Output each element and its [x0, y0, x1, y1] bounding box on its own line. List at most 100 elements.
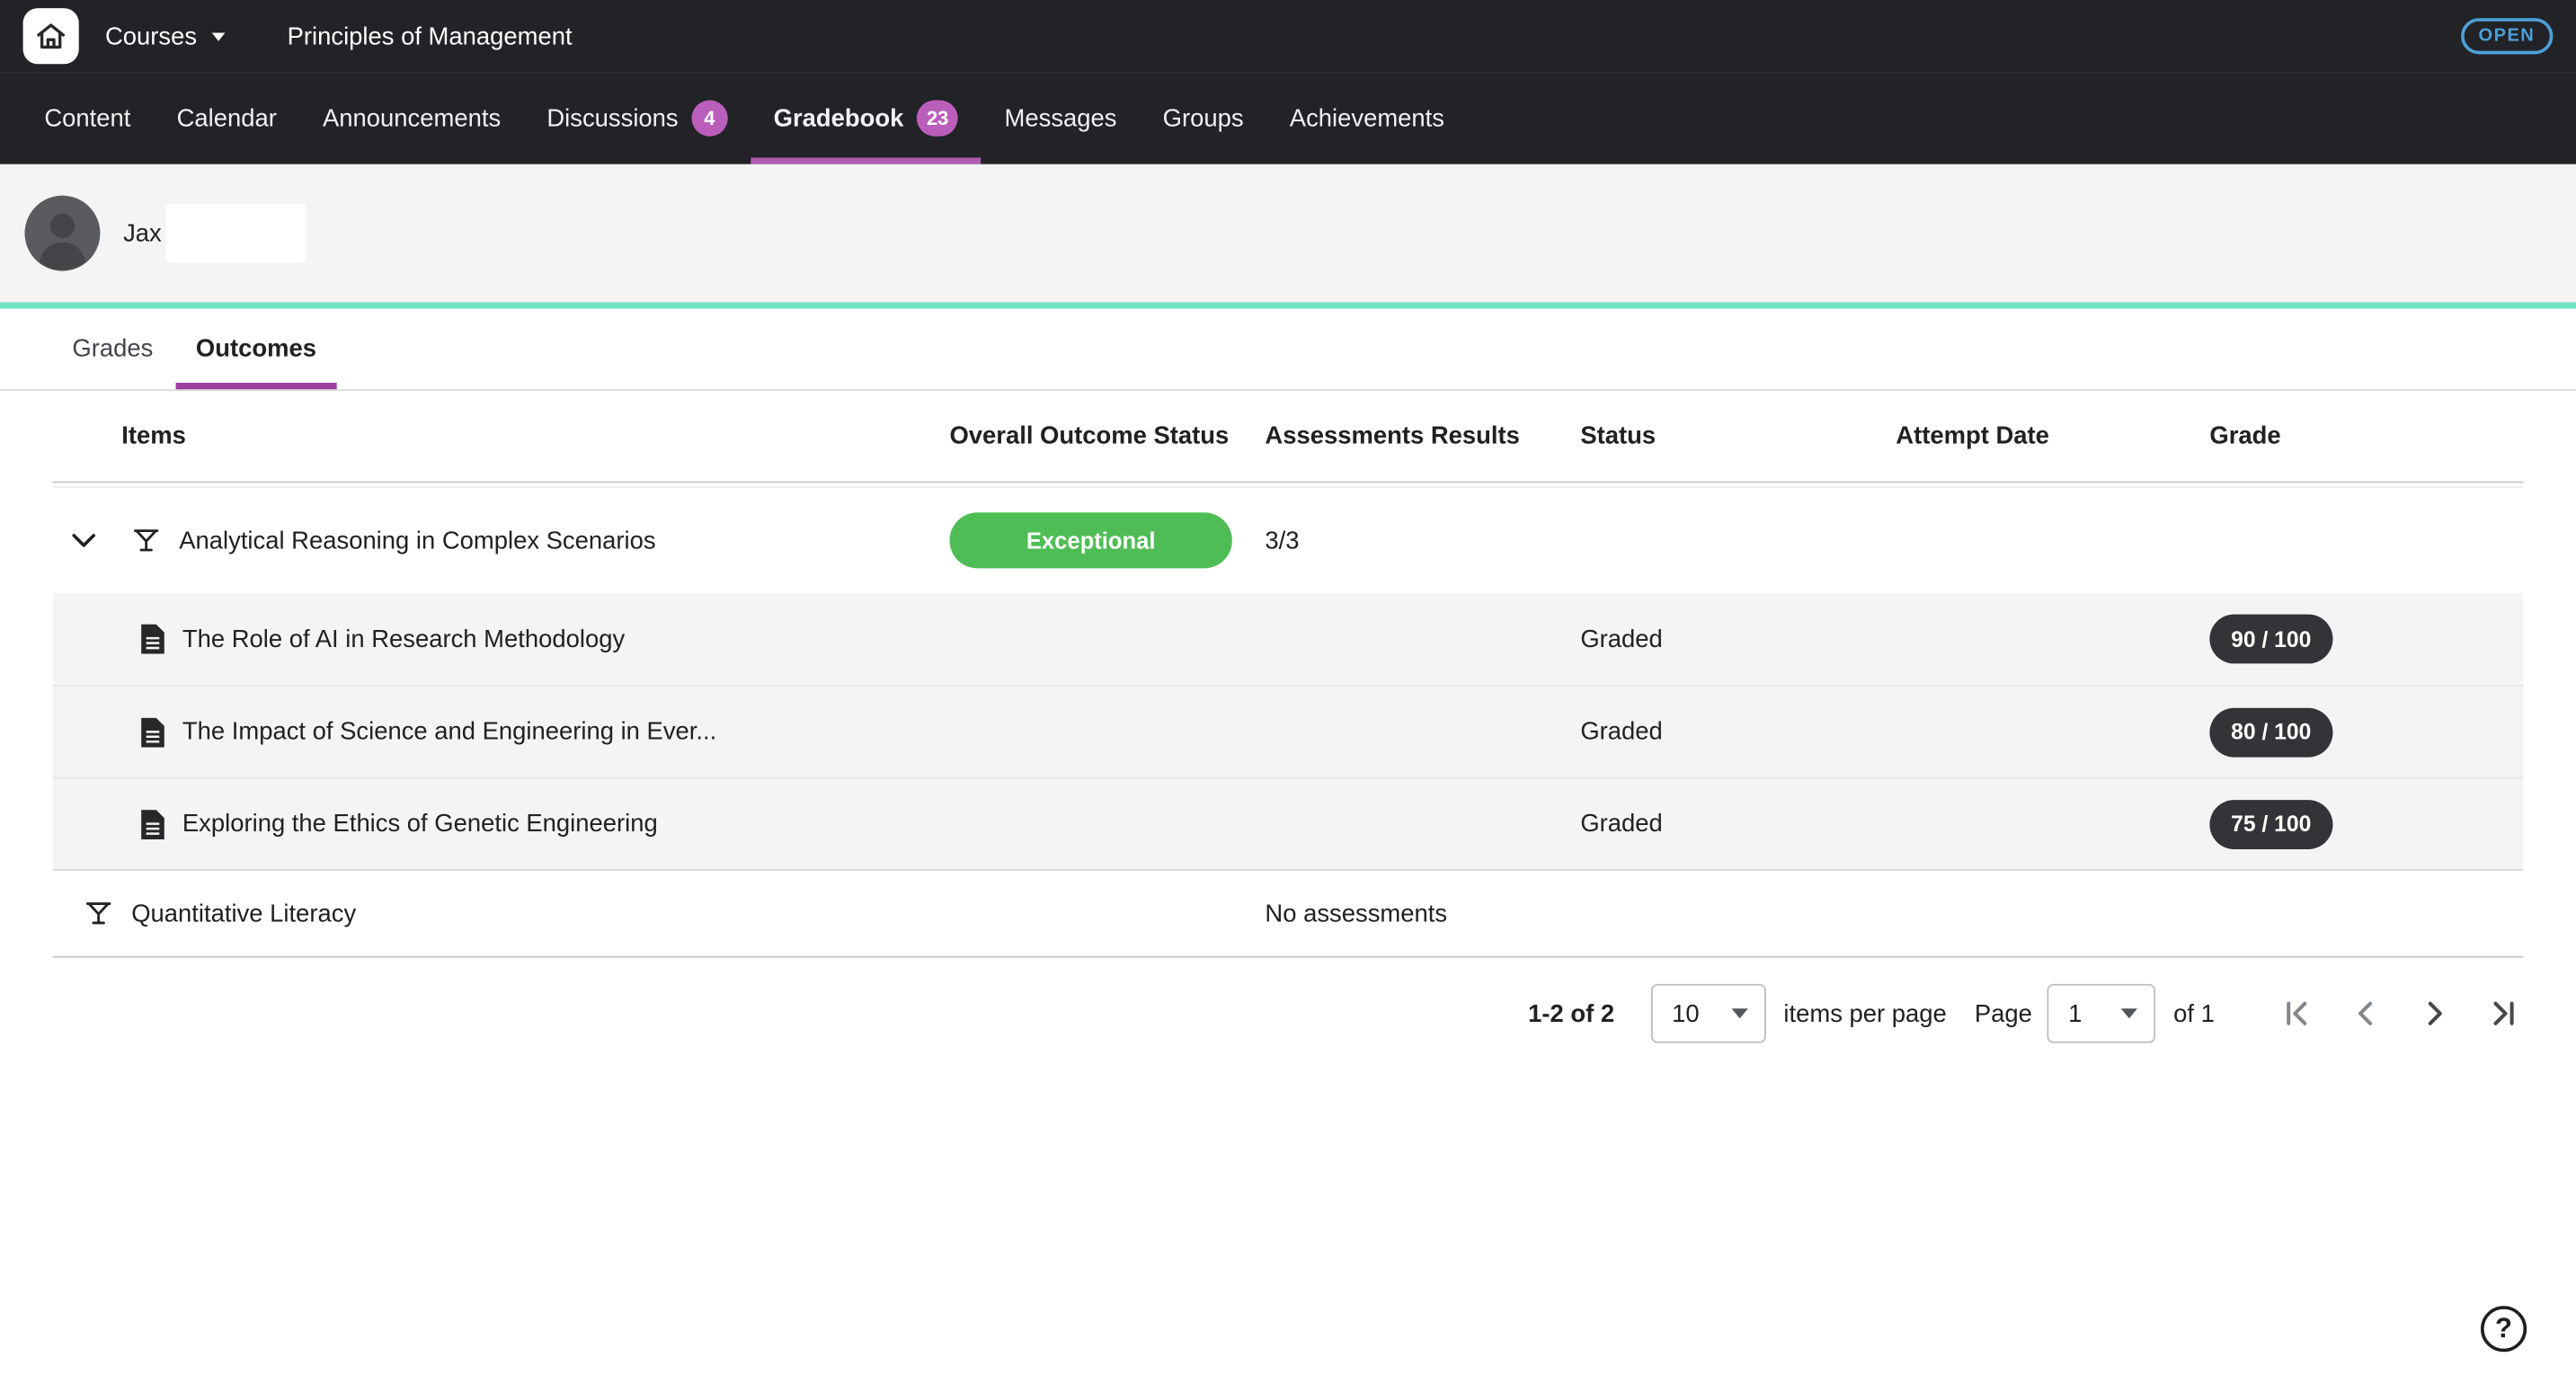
nav-item-label: Groups — [1163, 104, 1244, 132]
page-select[interactable]: 1 — [2047, 984, 2155, 1043]
course-title: Principles of Management — [288, 22, 573, 50]
chevron-right-icon — [2417, 996, 2453, 1032]
user-first-name: Jax — [123, 219, 162, 247]
chevron-down-icon — [212, 32, 226, 40]
assessment-row: Exploring the Ethics of Genetic Engineer… — [52, 777, 2523, 869]
page-of-label: of 1 — [2173, 999, 2215, 1027]
per-page-label: items per page — [1783, 999, 1946, 1027]
grade-cell: 90 / 100 — [2209, 615, 2523, 664]
nav-item-label: Calendar — [177, 104, 277, 132]
pagination-bar: 1-2 of 2 10 items per page Page 1 of 1 — [52, 976, 2523, 1051]
person-icon — [24, 196, 100, 271]
assessment-items-cell: Exploring the Ethics of Genetic Engineer… — [52, 809, 949, 838]
top-bar: Courses Principles of Management OPEN — [0, 0, 2576, 72]
skip-last-icon — [2485, 996, 2521, 1032]
nav-item-label: Discussions — [546, 104, 678, 132]
nav-item-gradebook[interactable]: Gradebook 23 — [751, 72, 982, 164]
previous-page-button[interactable] — [2346, 994, 2385, 1033]
home-icon — [34, 20, 67, 53]
chevron-left-icon — [2348, 996, 2384, 1032]
assessment-title: Exploring the Ethics of Genetic Engineer… — [182, 810, 658, 838]
nav-item-label: Gradebook — [774, 104, 904, 132]
redacted-name-box — [166, 204, 306, 263]
overall-status-cell: Exceptional — [949, 512, 1265, 568]
grade-cell: 75 / 100 — [2209, 799, 2523, 848]
nav-item-announcements[interactable]: Announcements — [299, 72, 523, 164]
last-page-button[interactable] — [2484, 994, 2524, 1033]
nav-item-label: Announcements — [323, 104, 501, 132]
avatar — [24, 196, 100, 271]
skip-first-icon — [2278, 996, 2314, 1032]
nav-item-label: Content — [44, 104, 130, 132]
assessment-title: The Role of AI in Research Methodology — [182, 625, 625, 652]
discussions-count-badge: 4 — [691, 100, 727, 136]
outcomes-table: Items Overall Outcome Status Assessments… — [52, 391, 2523, 958]
nav-item-discussions[interactable]: Discussions 4 — [524, 72, 751, 164]
col-header-items: Items — [52, 422, 949, 450]
assessments-results-value: 3/3 — [1265, 527, 1580, 554]
page-value: 1 — [2068, 999, 2082, 1027]
help-button[interactable]: ? — [2481, 1306, 2527, 1352]
outcome-title: Quantitative Literacy — [131, 900, 356, 927]
select-caret-icon — [2121, 1008, 2137, 1018]
tab-outcomes[interactable]: Outcomes — [176, 309, 336, 390]
outcome-items-cell: Quantitative Literacy — [52, 899, 949, 928]
select-caret-icon — [1731, 1008, 1747, 1018]
first-page-button[interactable] — [2277, 994, 2316, 1033]
outcome-row: Quantitative Literacy No assessments — [52, 869, 2523, 958]
outcome-funnel-icon — [84, 899, 113, 928]
nav-item-groups[interactable]: Groups — [1140, 72, 1266, 164]
pagination-range: 1-2 of 2 — [1528, 999, 1614, 1027]
nav-item-label: Achievements — [1290, 104, 1444, 132]
assessment-status: Graded — [1580, 718, 1896, 746]
outcome-items-cell: Analytical Reasoning in Complex Scenario… — [52, 522, 949, 558]
per-page-value: 10 — [1672, 999, 1700, 1027]
nav-item-label: Messages — [1005, 104, 1117, 132]
col-header-assessments-results: Assessments Results — [1265, 422, 1580, 450]
page: Courses Principles of Management OPEN Co… — [0, 0, 2576, 1375]
grade-cell: 80 / 100 — [2209, 707, 2523, 757]
col-header-grade: Grade — [2209, 422, 2523, 450]
assessment-row: The Impact of Science and Engineering in… — [52, 685, 2523, 776]
nav-item-achievements[interactable]: Achievements — [1266, 72, 1467, 164]
nav-item-messages[interactable]: Messages — [982, 72, 1140, 164]
tab-label: Outcomes — [196, 335, 316, 363]
assessment-status: Graded — [1580, 625, 1896, 652]
nav-item-content[interactable]: Content — [22, 72, 154, 164]
outcome-funnel-icon — [131, 526, 161, 555]
assessment-status: Graded — [1580, 810, 1896, 838]
teal-accent-bar — [0, 302, 2576, 308]
course-navbar: Content Calendar Announcements Discussio… — [0, 72, 2576, 164]
grade-pill: 75 / 100 — [2209, 799, 2332, 848]
gradebook-count-badge: 23 — [917, 100, 958, 136]
next-page-button[interactable] — [2415, 994, 2455, 1033]
courses-dropdown-label: Courses — [105, 22, 197, 50]
document-icon — [139, 625, 165, 654]
col-header-status: Status — [1580, 422, 1896, 450]
outcome-title: Analytical Reasoning in Complex Scenario… — [179, 527, 655, 554]
col-header-attempt-date: Attempt Date — [1896, 422, 2209, 450]
tab-label: Grades — [72, 335, 153, 363]
document-icon — [139, 809, 165, 838]
open-status-badge: OPEN — [2460, 18, 2553, 54]
outcome-row: Analytical Reasoning in Complex Scenario… — [52, 488, 2523, 593]
grade-pill: 90 / 100 — [2209, 615, 2332, 664]
tab-grades[interactable]: Grades — [52, 309, 173, 390]
help-icon: ? — [2495, 1312, 2512, 1345]
overall-status-badge: Exceptional — [949, 512, 1231, 568]
col-header-overall-outcome-status: Overall Outcome Status — [949, 422, 1265, 450]
grade-pill: 80 / 100 — [2209, 707, 2332, 757]
per-page-select[interactable]: 10 — [1650, 984, 1765, 1043]
assessment-items-cell: The Impact of Science and Engineering in… — [52, 717, 949, 747]
courses-dropdown[interactable]: Courses — [105, 22, 225, 50]
assessment-row: The Role of AI in Research Methodology G… — [52, 593, 2523, 685]
collapse-outcome-button[interactable] — [66, 522, 102, 558]
assessments-results-value: No assessments — [1265, 900, 1580, 927]
home-button[interactable] — [23, 8, 79, 64]
nav-item-calendar[interactable]: Calendar — [154, 72, 299, 164]
assessment-items-cell: The Role of AI in Research Methodology — [52, 625, 949, 654]
page-label: Page — [1975, 999, 2032, 1027]
user-header: Jax — [0, 164, 2576, 303]
chevron-down-icon — [67, 524, 101, 557]
gradebook-tabs: Grades Outcomes — [0, 309, 2576, 391]
